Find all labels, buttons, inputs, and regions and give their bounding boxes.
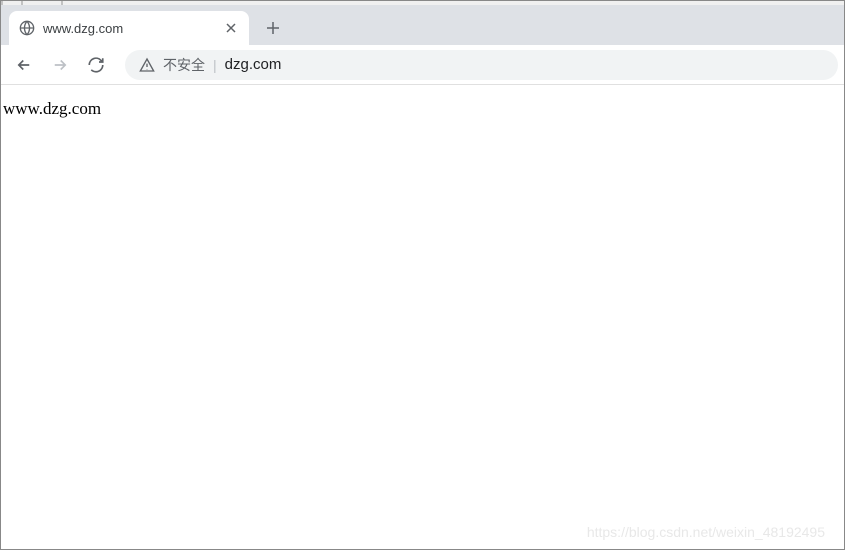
reload-button[interactable] — [79, 50, 113, 80]
toolbar: 不安全 | dzg.com — [1, 45, 844, 85]
close-icon[interactable] — [223, 20, 239, 36]
watermark: https://blog.csdn.net/weixin_48192495 — [587, 524, 825, 540]
address-bar[interactable]: 不安全 | dzg.com — [125, 50, 838, 80]
browser-tab[interactable]: www.dzg.com — [9, 11, 249, 45]
forward-button[interactable] — [43, 50, 77, 80]
page-body: www.dzg.com — [1, 85, 844, 133]
url-text: dzg.com — [225, 56, 282, 73]
warning-icon — [139, 57, 155, 73]
security-label: 不安全 — [163, 55, 205, 75]
new-tab-button[interactable] — [259, 14, 287, 42]
globe-icon — [19, 20, 35, 36]
tab-bar: www.dzg.com — [1, 5, 844, 45]
page-text: www.dzg.com — [3, 99, 101, 118]
tab-title: www.dzg.com — [43, 21, 215, 36]
back-button[interactable] — [7, 50, 41, 80]
divider: | — [213, 57, 217, 73]
window-top-strip — [1, 1, 844, 5]
